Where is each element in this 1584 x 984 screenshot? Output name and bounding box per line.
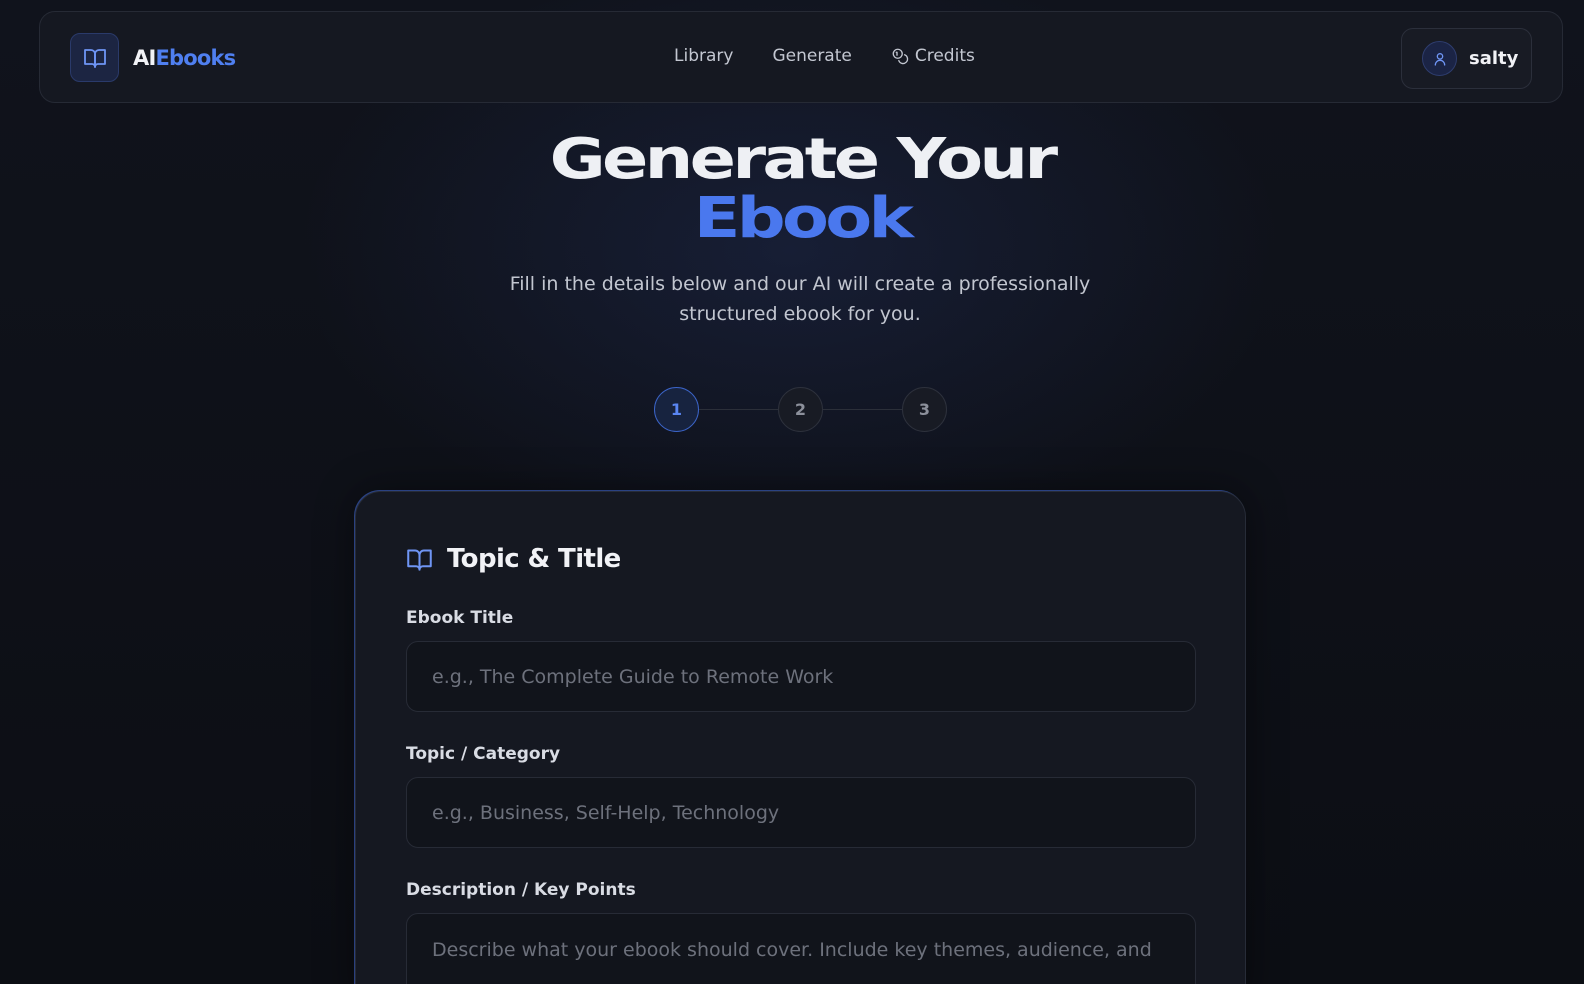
nav-link-credits[interactable]: Credits: [891, 46, 975, 66]
description-textarea[interactable]: [406, 913, 1196, 984]
brand-icon-container: [70, 33, 119, 82]
ebook-title-label: Ebook Title: [406, 608, 514, 628]
ebook-title-input[interactable]: [406, 641, 1196, 712]
nav-link-generate[interactable]: Generate: [772, 46, 851, 66]
user-name: salty: [1469, 48, 1519, 69]
brand-logo[interactable]: AIEbooks: [70, 33, 236, 82]
user-menu-button[interactable]: salty: [1401, 28, 1532, 89]
book-open-icon: [407, 548, 432, 571]
user-icon: [1434, 52, 1445, 66]
step-3: 3: [902, 387, 947, 432]
nav-link-library[interactable]: Library: [674, 46, 733, 66]
coins-icon: [892, 48, 909, 65]
page-title-line1: Generate Your: [549, 127, 1059, 192]
brand-name: AIEbooks: [133, 45, 236, 70]
top-navbar: AIEbooks Library Generate Credits salty: [39, 11, 1563, 103]
avatar: [1422, 41, 1457, 76]
step-connector: [823, 409, 902, 410]
step-indicator: 1 2 3: [654, 387, 947, 432]
topic-form-card: Topic & Title Ebook Title Topic / Catego…: [355, 491, 1246, 984]
topic-category-input[interactable]: [406, 777, 1196, 848]
brand-name-suffix: Ebooks: [155, 45, 236, 70]
step-2: 2: [778, 387, 823, 432]
book-open-icon: [83, 48, 106, 68]
topic-category-label: Topic / Category: [406, 744, 561, 764]
brand-name-prefix: AI: [133, 45, 156, 70]
page-title-line2: Ebook: [693, 186, 914, 251]
nav-link-credits-label: Credits: [914, 46, 975, 66]
page-subtitle: Fill in the details below and our AI wil…: [509, 273, 1091, 325]
step-connector: [699, 409, 778, 410]
main-nav: Library Generate Credits: [674, 46, 975, 66]
card-title: Topic & Title: [447, 544, 621, 574]
card-header: Topic & Title: [406, 544, 621, 574]
step-1: 1: [654, 387, 699, 432]
description-label: Description / Key Points: [406, 880, 636, 900]
